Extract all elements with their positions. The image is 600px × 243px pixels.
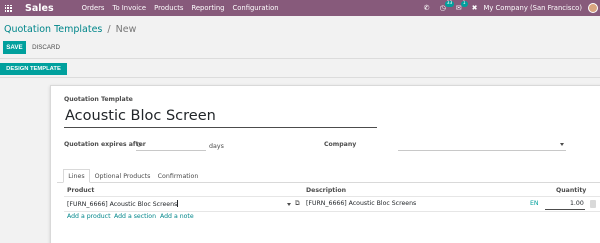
company-select[interactable] (398, 140, 566, 151)
menu-configuration[interactable]: Configuration (233, 4, 279, 12)
template-name-label: Quotation Template (64, 96, 133, 103)
table-row-divider (64, 211, 600, 212)
app-name: Sales (25, 2, 54, 14)
save-button[interactable]: SAVE (3, 41, 26, 54)
chevron-down-icon (560, 143, 564, 146)
column-header-description[interactable]: Description (306, 187, 346, 194)
quantity-underline (545, 209, 585, 210)
menu-products[interactable]: Products (154, 4, 183, 12)
column-header-quantity[interactable]: Quantity (556, 187, 586, 194)
add-product-link[interactable]: Add a product (67, 213, 111, 220)
messages-icon[interactable]: ✉ 1 (456, 1, 468, 12)
breadcrumb-current: New (115, 24, 137, 35)
navbar-systray: ✆ ◷ 33 ✉ 1 ✖ My Company (San Francisco) (424, 0, 600, 16)
control-panel-divider (0, 58, 600, 59)
design-template-button[interactable]: DESIGN TEMPLATE (0, 63, 67, 75)
product-value: [FURN_6666] Acoustic Bloc Screens (67, 201, 178, 208)
chevron-down-icon[interactable] (287, 203, 291, 206)
breadcrumb-separator: / (107, 24, 111, 35)
product-input[interactable]: [FURN_6666] Acoustic Bloc Screens (67, 200, 179, 208)
description-input[interactable]: [FURN_6666] Acoustic Bloc Screens (306, 200, 416, 207)
company-switcher[interactable]: My Company (San Francisco) (483, 4, 582, 12)
expires-unit: days (209, 143, 224, 150)
external-link-icon[interactable]: ⧉ (295, 199, 300, 208)
avatar[interactable] (588, 3, 598, 13)
top-navbar: Sales Orders To Invoice Products Reporti… (0, 0, 600, 16)
tab-confirmation[interactable]: Confirmation (155, 169, 201, 183)
tab-lines[interactable]: Lines (63, 169, 90, 183)
messages-badge: 1 (460, 1, 468, 7)
add-note-link[interactable]: Add a note (160, 213, 194, 220)
debug-tools-icon[interactable]: ✖ (472, 4, 478, 12)
notebook-tabs: Lines Optional Products Confirmation (57, 169, 600, 183)
quantity-input[interactable]: 1.00 (570, 200, 584, 207)
add-section-link[interactable]: Add a section (114, 213, 156, 220)
template-name-input[interactable] (64, 105, 377, 128)
company-label: Company (324, 141, 357, 148)
expires-label: Quotation expires after (64, 141, 146, 148)
phone-icon[interactable]: ✆ (424, 4, 430, 12)
menu-orders[interactable]: Orders (82, 4, 105, 12)
breadcrumb: Quotation Templates / New (4, 24, 136, 35)
apps-grid-icon (4, 4, 12, 12)
menu-to-invoice[interactable]: To Invoice (112, 4, 146, 12)
apps-menu-button[interactable] (0, 0, 16, 16)
text-cursor (177, 200, 179, 207)
activity-badge: 33 (444, 1, 455, 7)
expires-days-input[interactable] (136, 140, 206, 151)
breadcrumb-parent-link[interactable]: Quotation Templates (4, 24, 102, 35)
menu-reporting[interactable]: Reporting (191, 4, 224, 12)
statusbar-divider (0, 77, 600, 78)
tab-optional-products[interactable]: Optional Products (94, 169, 151, 183)
column-header-product[interactable]: Product (67, 187, 94, 194)
trash-icon[interactable] (590, 200, 596, 208)
discard-button[interactable]: DISCARD (31, 41, 61, 54)
translate-button[interactable]: EN (530, 200, 539, 207)
activity-icon[interactable]: ◷ 33 (440, 1, 455, 12)
